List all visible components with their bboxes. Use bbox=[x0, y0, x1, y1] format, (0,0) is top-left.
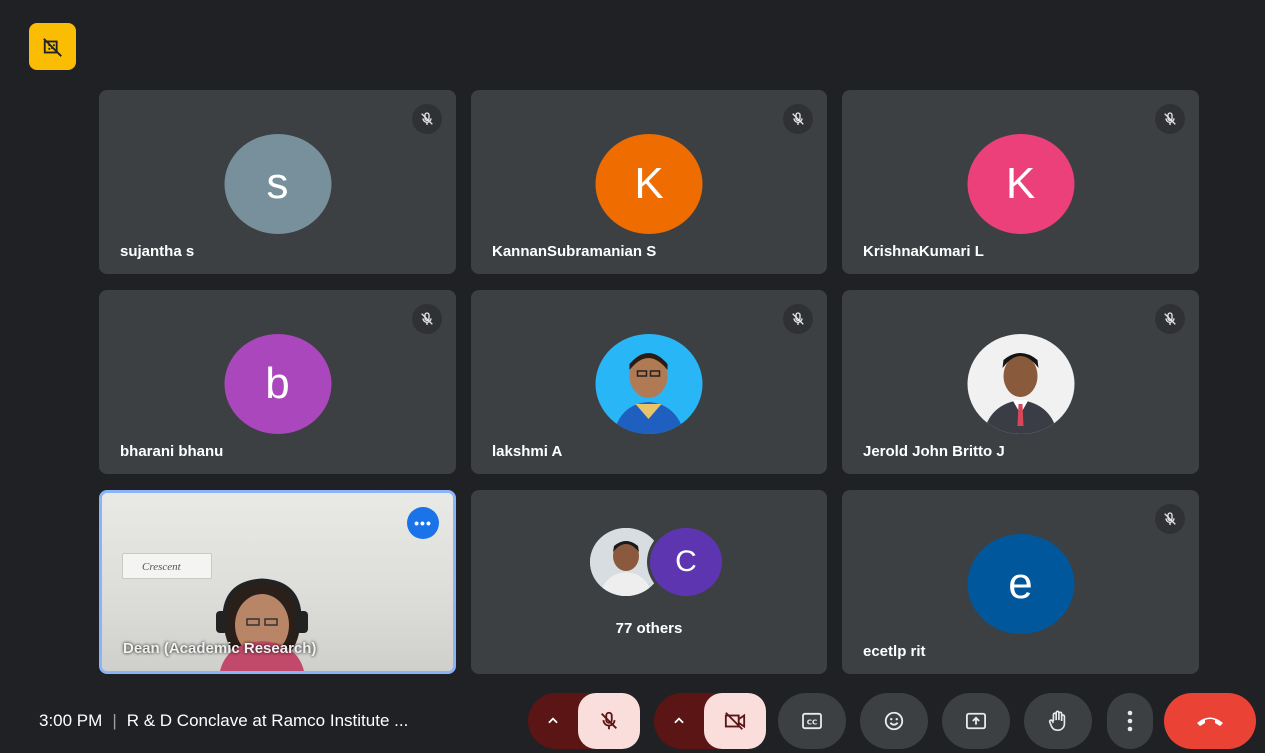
meeting-title[interactable]: R & D Conclave at Ramco Institute ... bbox=[127, 711, 409, 730]
muted-indicator bbox=[783, 304, 813, 334]
more-options-button[interactable] bbox=[1107, 693, 1153, 749]
avatar-photo bbox=[595, 334, 703, 434]
camera-toggle-button[interactable] bbox=[704, 693, 766, 749]
present-screen-button[interactable] bbox=[942, 693, 1010, 749]
separator: | bbox=[112, 711, 117, 730]
participant-tile[interactable]: s sujantha s bbox=[99, 90, 456, 274]
camera-off-icon bbox=[42, 37, 62, 57]
participant-tile[interactable]: lakshmi A bbox=[471, 290, 827, 474]
participant-name: ecetlp rit bbox=[863, 643, 926, 660]
camera-off-icon bbox=[724, 712, 746, 730]
muted-indicator bbox=[1155, 504, 1185, 534]
captions-button[interactable]: CC bbox=[778, 693, 846, 749]
mic-control-group bbox=[528, 693, 640, 749]
participant-tile[interactable]: b bharani bhanu bbox=[99, 290, 456, 474]
avatar: s bbox=[224, 134, 331, 234]
avatar: K bbox=[967, 134, 1074, 234]
raise-hand-button[interactable] bbox=[1024, 693, 1092, 749]
mic-off-icon bbox=[1164, 112, 1176, 125]
control-bar: 3:00 PM | R & D Conclave at Ramco Institut… bbox=[0, 690, 1265, 753]
meeting-info: 3:00 PM | R & D Conclave at Ramco Institut… bbox=[39, 711, 408, 731]
call-end-icon bbox=[1197, 717, 1223, 726]
recording-badge[interactable] bbox=[29, 23, 76, 70]
participant-name: KannanSubramanian S bbox=[492, 243, 657, 260]
participant-name: Jerold John Britto J bbox=[863, 443, 1005, 460]
person-photo-icon bbox=[983, 353, 1057, 434]
participant-name: bharani bhanu bbox=[120, 443, 224, 460]
reactions-button[interactable] bbox=[860, 693, 928, 749]
camera-control-group bbox=[654, 693, 766, 749]
tile-more-options-button[interactable]: ••• bbox=[407, 507, 439, 539]
muted-indicator bbox=[412, 304, 442, 334]
audio-options-button[interactable] bbox=[528, 693, 578, 749]
participant-name: KrishnaKumari L bbox=[863, 243, 984, 260]
chevron-up-icon bbox=[674, 717, 684, 724]
muted-indicator bbox=[412, 104, 442, 134]
muted-indicator bbox=[1155, 104, 1185, 134]
mic-off-icon bbox=[792, 312, 804, 325]
participant-grid: s sujantha s K KannanSubramanian S K Kri… bbox=[99, 90, 1199, 674]
muted-indicator bbox=[1155, 304, 1185, 334]
others-tile[interactable]: C 77 others bbox=[471, 490, 827, 674]
participant-name: Dean (Academic Research) bbox=[123, 640, 317, 657]
avatar: e bbox=[967, 534, 1074, 634]
mic-off-icon bbox=[601, 711, 617, 730]
emoji-icon bbox=[884, 711, 904, 731]
mic-off-icon bbox=[792, 112, 804, 125]
avatar-initial: C bbox=[675, 545, 697, 578]
avatar-initial: s bbox=[266, 159, 289, 208]
mic-off-icon bbox=[1164, 312, 1176, 325]
more-horiz-icon: ••• bbox=[414, 515, 432, 531]
avatar: K bbox=[595, 134, 703, 234]
chevron-up-icon bbox=[548, 717, 558, 724]
avatar-initial: b bbox=[265, 359, 290, 408]
participant-name: sujantha s bbox=[120, 243, 195, 260]
mic-off-icon bbox=[1164, 512, 1176, 525]
mic-off-icon bbox=[421, 312, 433, 325]
active-speaker-tile[interactable]: Crescent ••• Dean (Academic Research) bbox=[99, 490, 456, 674]
captions-icon: CC bbox=[802, 712, 822, 730]
avatar-initial: e bbox=[1008, 559, 1033, 608]
avatar: C bbox=[647, 525, 725, 599]
others-count: 77 others bbox=[615, 620, 683, 637]
mic-off-icon bbox=[421, 112, 433, 125]
muted-indicator bbox=[783, 104, 813, 134]
avatar-initial: K bbox=[634, 159, 664, 208]
more-vert-icon bbox=[1127, 710, 1133, 732]
participant-tile[interactable]: K KannanSubramanian S bbox=[471, 90, 827, 274]
avatar-initial: K bbox=[1005, 159, 1036, 208]
hand-icon bbox=[1048, 710, 1066, 731]
leave-call-button[interactable] bbox=[1164, 693, 1256, 749]
person-photo-icon bbox=[613, 353, 685, 434]
avatar: b bbox=[224, 334, 331, 434]
avatar-photo bbox=[967, 334, 1074, 434]
participant-tile[interactable]: K KrishnaKumari L bbox=[842, 90, 1199, 274]
mic-toggle-button[interactable] bbox=[578, 693, 640, 749]
present-screen-icon bbox=[966, 712, 986, 730]
participant-tile[interactable]: Jerold John Britto J bbox=[842, 290, 1199, 474]
svg-text:CC: CC bbox=[807, 718, 818, 727]
participant-tile[interactable]: e ecetlp rit bbox=[842, 490, 1199, 674]
others-avatars: C bbox=[579, 525, 725, 599]
meeting-time: 3:00 PM bbox=[39, 711, 103, 730]
video-options-button[interactable] bbox=[654, 693, 704, 749]
participant-name: lakshmi A bbox=[492, 443, 563, 460]
